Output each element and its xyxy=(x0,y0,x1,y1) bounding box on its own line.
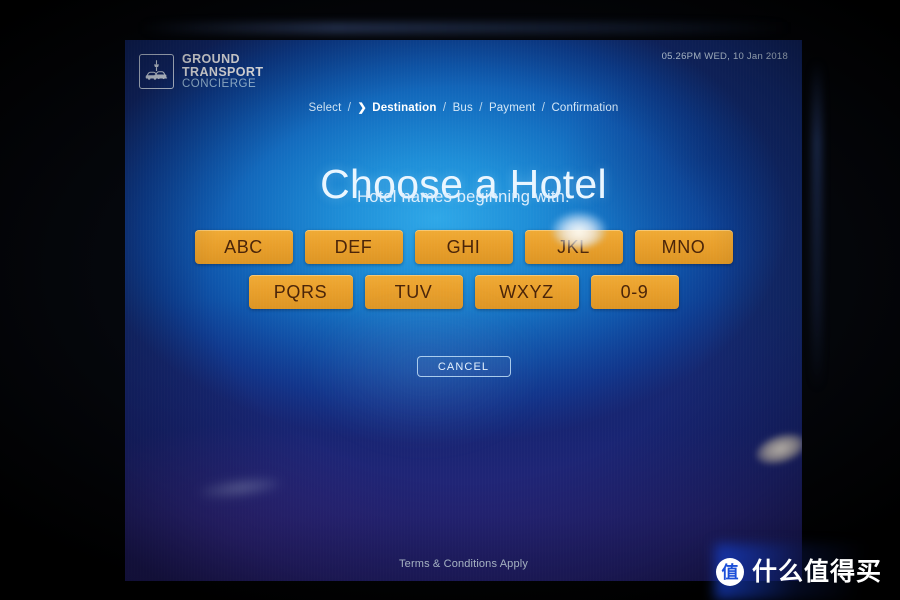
page-subtitle: Hotel names beginning with: xyxy=(357,188,570,206)
breadcrumb: Select / ❯ Destination / Bus / Payment /… xyxy=(125,101,802,114)
brand-logo: GROUND TRANSPORT CONCIERGE xyxy=(139,52,263,90)
bezel-highlight-right xyxy=(812,60,822,390)
breadcrumb-separator: / xyxy=(541,102,546,114)
keypad-row-1: ABC DEF GHI JKL MNO xyxy=(125,230,802,264)
terms-and-conditions-text[interactable]: Terms & Conditions Apply xyxy=(125,558,802,570)
watermark-text: 什么值得买 xyxy=(751,557,882,586)
kiosk-photo: GROUND TRANSPORT CONCIERGE 05.26PM WED, … xyxy=(0,0,900,600)
breadcrumb-separator: / xyxy=(442,102,447,114)
brand-line-2: TRANSPORT xyxy=(182,64,264,79)
number-group-button-0-9[interactable]: 0-9 xyxy=(590,275,679,309)
letter-group-button-jkl[interactable]: JKL xyxy=(524,230,623,264)
breadcrumb-separator: / xyxy=(347,102,352,114)
screen-content: GROUND TRANSPORT CONCIERGE 05.26PM WED, … xyxy=(125,40,802,581)
chevron-right-icon: ❯ xyxy=(357,102,367,114)
breadcrumb-item-bus[interactable]: Bus xyxy=(453,102,473,114)
letter-group-button-wxyz[interactable]: WXYZ xyxy=(474,275,579,309)
breadcrumb-item-select[interactable]: Select xyxy=(309,102,342,114)
bezel-highlight-top xyxy=(140,22,790,34)
breadcrumb-item-destination[interactable]: Destination xyxy=(372,102,436,114)
letter-group-button-abc[interactable]: ABC xyxy=(194,230,293,264)
letter-group-button-ghi[interactable]: GHI xyxy=(414,230,513,264)
letter-group-button-pqrs[interactable]: PQRS xyxy=(248,275,353,309)
airport-tower-and-cars-icon xyxy=(139,53,174,89)
brand-line-1: GROUND xyxy=(182,52,240,66)
letter-group-button-def[interactable]: DEF xyxy=(304,230,403,264)
cancel-button[interactable]: CANCEL xyxy=(416,356,511,377)
breadcrumb-item-payment[interactable]: Payment xyxy=(489,102,535,114)
watermark-badge-icon: 值 xyxy=(715,558,744,586)
brand-line-3: CONCIERGE xyxy=(182,77,257,90)
alphabet-keypad: ABC DEF GHI JKL MNO PQRS TUV WXYZ 0-9 xyxy=(125,230,802,320)
watermark: 值 什么值得买 xyxy=(715,557,882,586)
breadcrumb-separator: / xyxy=(479,102,483,114)
keypad-row-2: PQRS TUV WXYZ 0-9 xyxy=(125,275,802,309)
kiosk-screen: GROUND TRANSPORT CONCIERGE 05.26PM WED, … xyxy=(125,40,802,581)
clock-timestamp: 05.26PM WED, 10 Jan 2018 xyxy=(661,51,788,62)
breadcrumb-item-confirmation[interactable]: Confirmation xyxy=(551,102,618,114)
letter-group-button-mno[interactable]: MNO xyxy=(634,230,733,264)
cancel-button-row: CANCEL xyxy=(125,356,802,377)
letter-group-button-tuv[interactable]: TUV xyxy=(364,275,463,309)
brand-logo-text: GROUND TRANSPORT CONCIERGE xyxy=(182,52,263,90)
